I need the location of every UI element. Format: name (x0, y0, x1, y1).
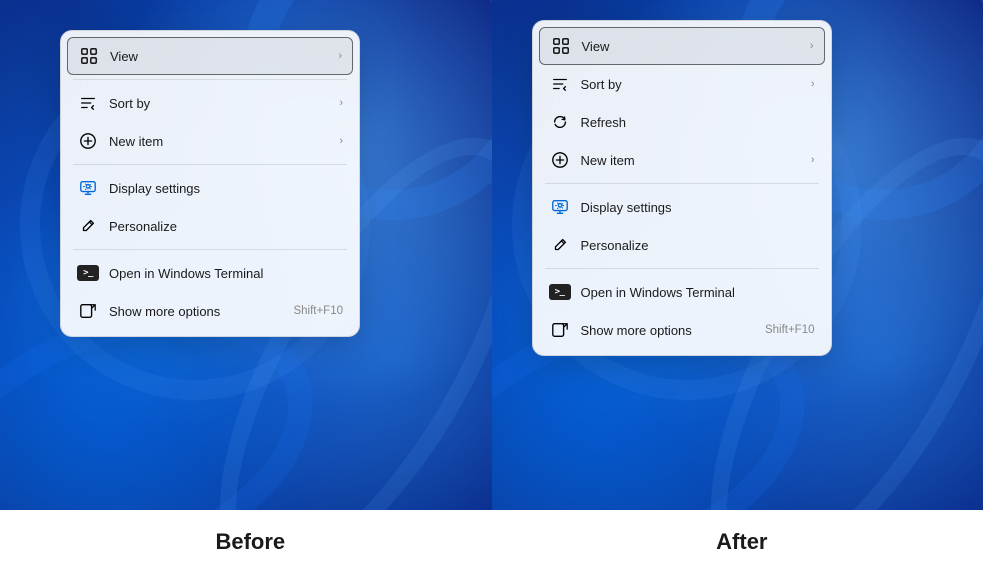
menu-item-display-after[interactable]: Display settings (539, 188, 825, 226)
showmore-label-before: Show more options (109, 304, 285, 319)
sort-icon-after (549, 73, 571, 95)
divider-2-before (73, 164, 347, 165)
terminal-icon-after: >_ (549, 281, 571, 303)
plus-circle-icon-after (549, 149, 571, 171)
sortby-label-before: Sort by (109, 96, 335, 111)
after-panel: View › Sort by › (492, 0, 983, 510)
divider-2-after (545, 268, 819, 269)
divider-1-before (73, 79, 347, 80)
divider-1-after (545, 183, 819, 184)
menu-item-sortby-before[interactable]: Sort by › (67, 84, 353, 122)
sortby-chevron-after: › (811, 78, 815, 90)
menu-item-terminal-before[interactable]: >_ Open in Windows Terminal (67, 254, 353, 292)
before-label: Before (215, 529, 285, 555)
menu-item-sortby-after[interactable]: Sort by › (539, 65, 825, 103)
grid-icon (78, 45, 100, 67)
menu-item-view-after[interactable]: View › (539, 27, 825, 65)
sortby-label-after: Sort by (581, 77, 807, 92)
display-label-after: Display settings (581, 200, 815, 215)
divider-3-before (73, 249, 347, 250)
personalize-label-before: Personalize (109, 219, 343, 234)
display-icon (77, 177, 99, 199)
view-label-before: View (110, 49, 334, 64)
terminal-label-before: Open in Windows Terminal (109, 266, 343, 281)
showmore-label-after: Show more options (581, 323, 757, 338)
before-panel: View › Sort by › (0, 0, 492, 510)
menu-item-showmore-before[interactable]: Show more options Shift+F10 (67, 292, 353, 330)
refresh-icon (549, 111, 571, 133)
personalize-label-after: Personalize (581, 238, 815, 253)
newitem-chevron-after: › (811, 154, 815, 166)
newitem-chevron-before: › (339, 135, 343, 147)
menu-item-view-before[interactable]: View › (67, 37, 353, 75)
pen-icon-after (549, 234, 571, 256)
show-more-icon (77, 300, 99, 322)
show-more-icon-after (549, 319, 571, 341)
sort-icon (77, 92, 99, 114)
before-context-menu: View › Sort by › (60, 30, 360, 337)
menu-item-personalize-before[interactable]: Personalize (67, 207, 353, 245)
grid-icon-after (550, 35, 572, 57)
display-label-before: Display settings (109, 181, 343, 196)
pen-icon (77, 215, 99, 237)
display-icon-after (549, 196, 571, 218)
newitem-label-before: New item (109, 134, 335, 149)
terminal-label-after: Open in Windows Terminal (581, 285, 815, 300)
plus-circle-icon (77, 130, 99, 152)
showmore-shortcut-after: Shift+F10 (765, 324, 815, 336)
menu-item-newitem-after[interactable]: New item › (539, 141, 825, 179)
menu-item-newitem-before[interactable]: New item › (67, 122, 353, 160)
menu-item-display-before[interactable]: Display settings (67, 169, 353, 207)
menu-item-terminal-after[interactable]: >_ Open in Windows Terminal (539, 273, 825, 311)
view-chevron-after: › (810, 40, 814, 52)
menu-item-refresh-after[interactable]: Refresh (539, 103, 825, 141)
view-label-after: View (582, 39, 806, 54)
view-chevron-before: › (338, 50, 342, 62)
refresh-label-after: Refresh (581, 115, 815, 130)
sortby-chevron-before: › (339, 97, 343, 109)
after-context-menu: View › Sort by › (532, 20, 832, 356)
showmore-shortcut-before: Shift+F10 (293, 305, 343, 317)
menu-item-personalize-after[interactable]: Personalize (539, 226, 825, 264)
labels-row: Before After (0, 510, 983, 574)
terminal-icon: >_ (77, 262, 99, 284)
after-label: After (716, 529, 767, 555)
menu-item-showmore-after[interactable]: Show more options Shift+F10 (539, 311, 825, 349)
newitem-label-after: New item (581, 153, 807, 168)
